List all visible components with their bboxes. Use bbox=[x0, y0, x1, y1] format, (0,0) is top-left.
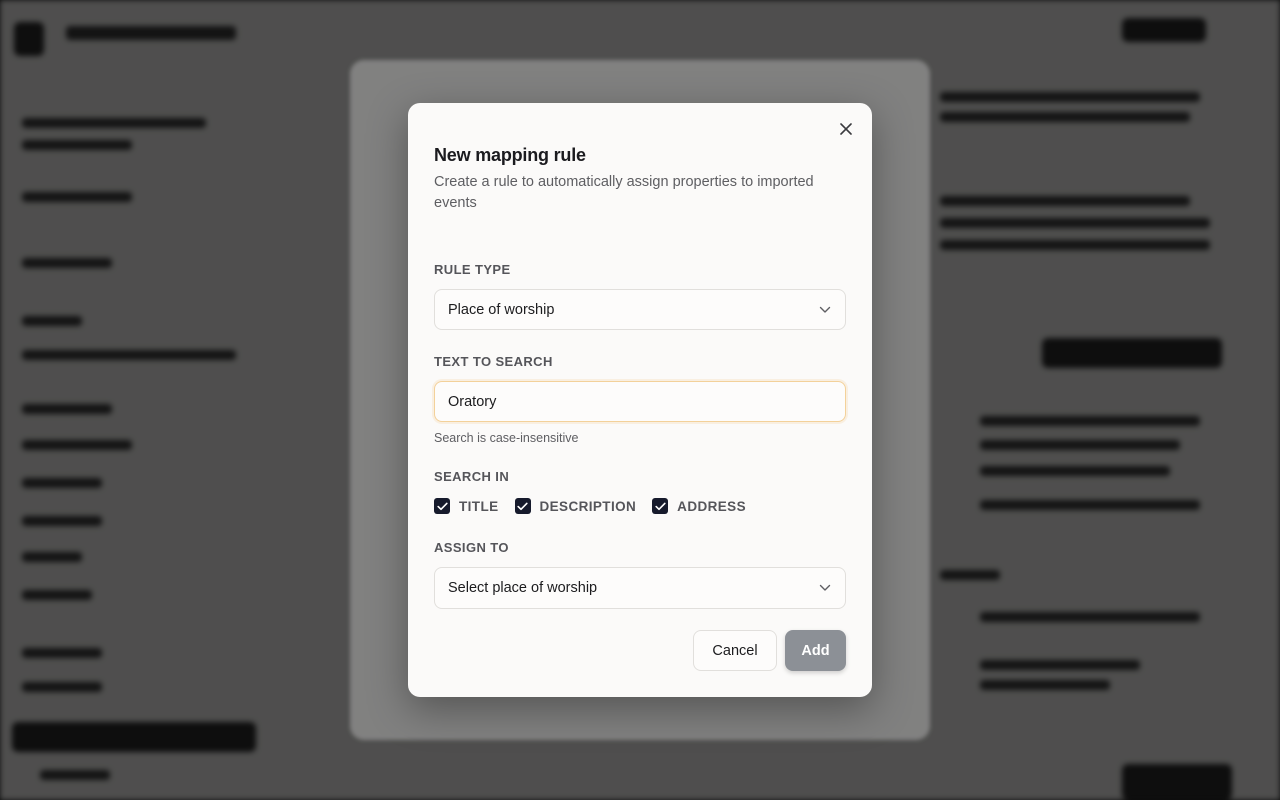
description-checkbox-label: Description bbox=[539, 498, 637, 514]
close-button[interactable] bbox=[836, 119, 856, 139]
text-to-search-hint: Search is case-insensitive bbox=[434, 431, 579, 445]
rule-type-select[interactable]: Place of worship bbox=[434, 289, 846, 330]
assign-to-label: Assign to bbox=[434, 540, 509, 555]
text-to-search-label: Text to search bbox=[434, 354, 553, 369]
chevron-down-icon bbox=[819, 306, 831, 313]
close-icon bbox=[840, 123, 852, 135]
address-checkbox-label: Address bbox=[677, 498, 746, 514]
assign-to-select[interactable]: Select place of worship bbox=[434, 567, 846, 609]
add-button[interactable]: Add bbox=[785, 630, 846, 671]
check-icon bbox=[517, 502, 528, 510]
description-checkbox[interactable]: Description bbox=[514, 498, 637, 514]
address-checkbox[interactable]: Address bbox=[652, 498, 746, 514]
new-mapping-rule-dialog: New mapping rule Create a rule to automa… bbox=[408, 103, 872, 697]
check-icon bbox=[436, 502, 448, 510]
dialog-title: New mapping rule bbox=[434, 145, 586, 165]
title-checkbox[interactable]: Title bbox=[434, 498, 499, 514]
cancel-button[interactable]: Cancel bbox=[693, 630, 777, 671]
rule-type-label: Rule type bbox=[434, 262, 511, 277]
check-icon bbox=[655, 502, 666, 510]
checkbox-box bbox=[652, 498, 669, 514]
rule-type-value: Place of worship bbox=[448, 301, 555, 318]
checkbox-box bbox=[434, 498, 450, 514]
search-in-options: Title Description Address bbox=[434, 498, 846, 514]
search-in-label: Search in bbox=[434, 469, 510, 484]
assign-to-placeholder: Select place of worship bbox=[448, 580, 598, 596]
chevron-down-icon bbox=[819, 584, 831, 591]
text-to-search-input[interactable] bbox=[434, 381, 846, 422]
title-checkbox-label: Title bbox=[459, 498, 499, 514]
dialog-footer: Cancel Add bbox=[693, 630, 846, 671]
checkbox-box bbox=[514, 498, 531, 514]
dialog-subtitle: Create a rule to automatically assign pr… bbox=[434, 174, 814, 211]
